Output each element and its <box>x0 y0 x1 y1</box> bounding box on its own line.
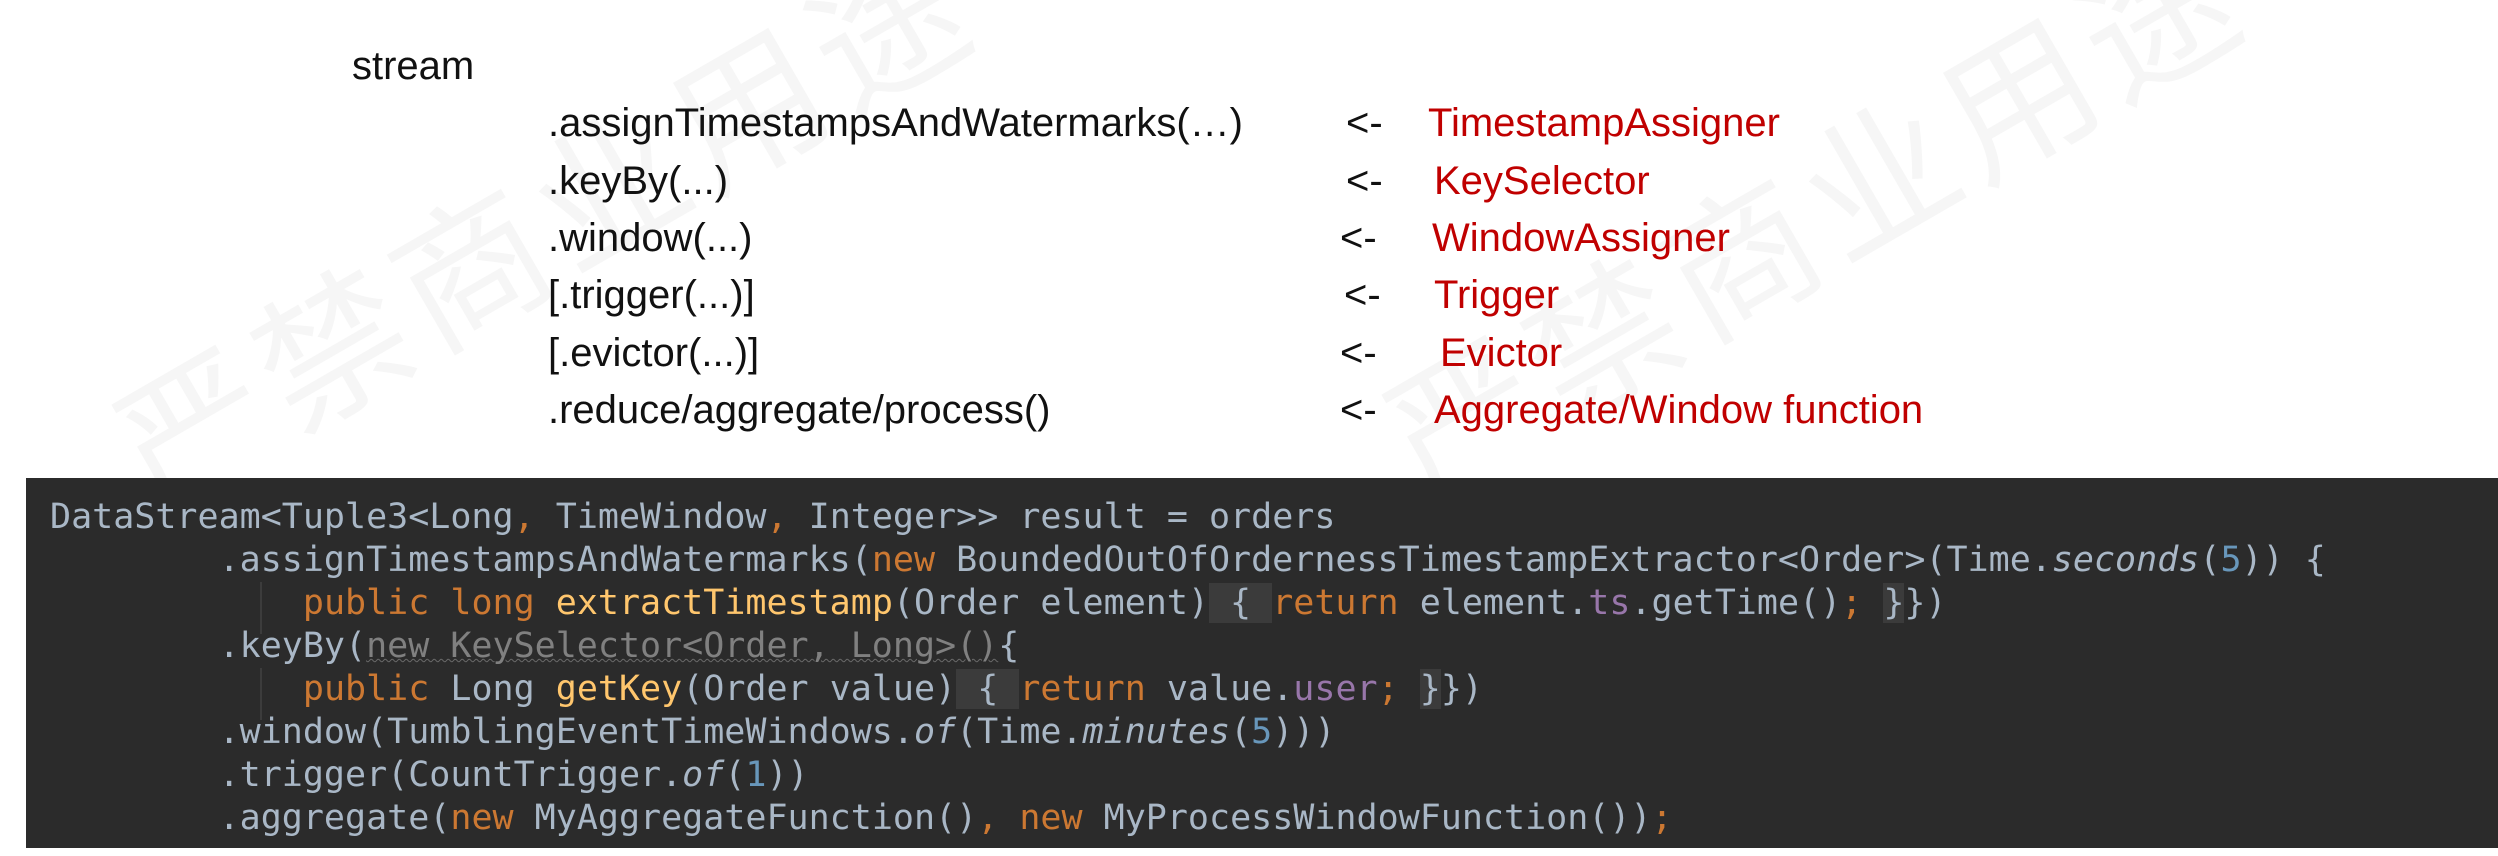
code-line: public long extractTimestamp(Order eleme… <box>302 583 1947 623</box>
pipeline-row: .keyBy(...) <- KeySelector <box>548 152 2348 210</box>
pipeline-call: .window(...) <box>548 216 753 260</box>
code-line: public Long getKey(Order value) { return… <box>302 669 1483 709</box>
pipeline-arrow: <- <box>1344 273 1381 317</box>
pipeline-call: .keyBy(...) <box>548 159 729 203</box>
code-line: .window(TumblingEventTimeWindows.of(Time… <box>50 712 1336 752</box>
pipeline-target: Aggregate/Window function <box>1434 388 1924 432</box>
pipeline-arrow: <- <box>1340 331 1377 375</box>
pipeline-row: .window(...) <- WindowAssigner <box>548 209 2348 267</box>
pipeline-target: Evictor <box>1440 331 1563 375</box>
pipeline-call: .reduce/aggregate/process() <box>548 388 1051 432</box>
code-line: .aggregate(new MyAggregateFunction(), ne… <box>50 798 1673 838</box>
pipeline-row: [.evictor(...)] <- Evictor <box>548 324 2348 382</box>
code-line: .trigger(CountTrigger.of(1)) <box>50 755 809 795</box>
pipeline-target: TimestampAssigner <box>1428 101 1780 145</box>
pipeline-call: [.evictor(...)] <box>548 331 760 375</box>
pipeline-call: [.trigger(...)] <box>548 273 755 317</box>
pipeline-arrow: <- <box>1346 159 1383 203</box>
pipeline-target: KeySelector <box>1434 159 1650 203</box>
code-line: .assignTimestampsAndWatermarks(new Bound… <box>50 540 2326 580</box>
pipeline-row: .reduce/aggregate/process() <- Aggregate… <box>548 381 2348 439</box>
pipeline-target: WindowAssigner <box>1432 216 1730 260</box>
pipeline-arrow: <- <box>1346 101 1383 145</box>
pipeline-row: .assignTimestampsAndWatermarks(…) <- Tim… <box>548 94 2348 152</box>
inlay-hint[interactable]: new KeySelector<Order, Long>() <box>366 626 998 666</box>
code-line: .keyBy(new KeySelector<Order, Long>(){ <box>50 626 1020 666</box>
indent-guide <box>260 668 262 720</box>
pipeline-row: [.trigger(...)] <- Trigger <box>548 266 2348 324</box>
folded-region[interactable]: { <box>1208 583 1273 623</box>
folded-region[interactable]: { <box>956 669 1020 709</box>
code-line: DataStream<Tuple3<Long, TimeWindow, Inte… <box>50 497 1336 537</box>
pipeline-arrow: <- <box>1340 388 1377 432</box>
folded-region[interactable]: } <box>1419 669 1441 709</box>
indent-guide <box>260 582 262 634</box>
code-editor: DataStream<Tuple3<Long, TimeWindow, Inte… <box>26 478 2498 848</box>
pipeline-call: .assignTimestampsAndWatermarks(…) <box>548 101 1243 145</box>
folded-region[interactable]: } <box>1883 583 1905 623</box>
pipeline-arrow: <- <box>1340 216 1377 260</box>
pipeline-target: Trigger <box>1434 273 1560 317</box>
pipeline-root: stream <box>352 44 475 88</box>
